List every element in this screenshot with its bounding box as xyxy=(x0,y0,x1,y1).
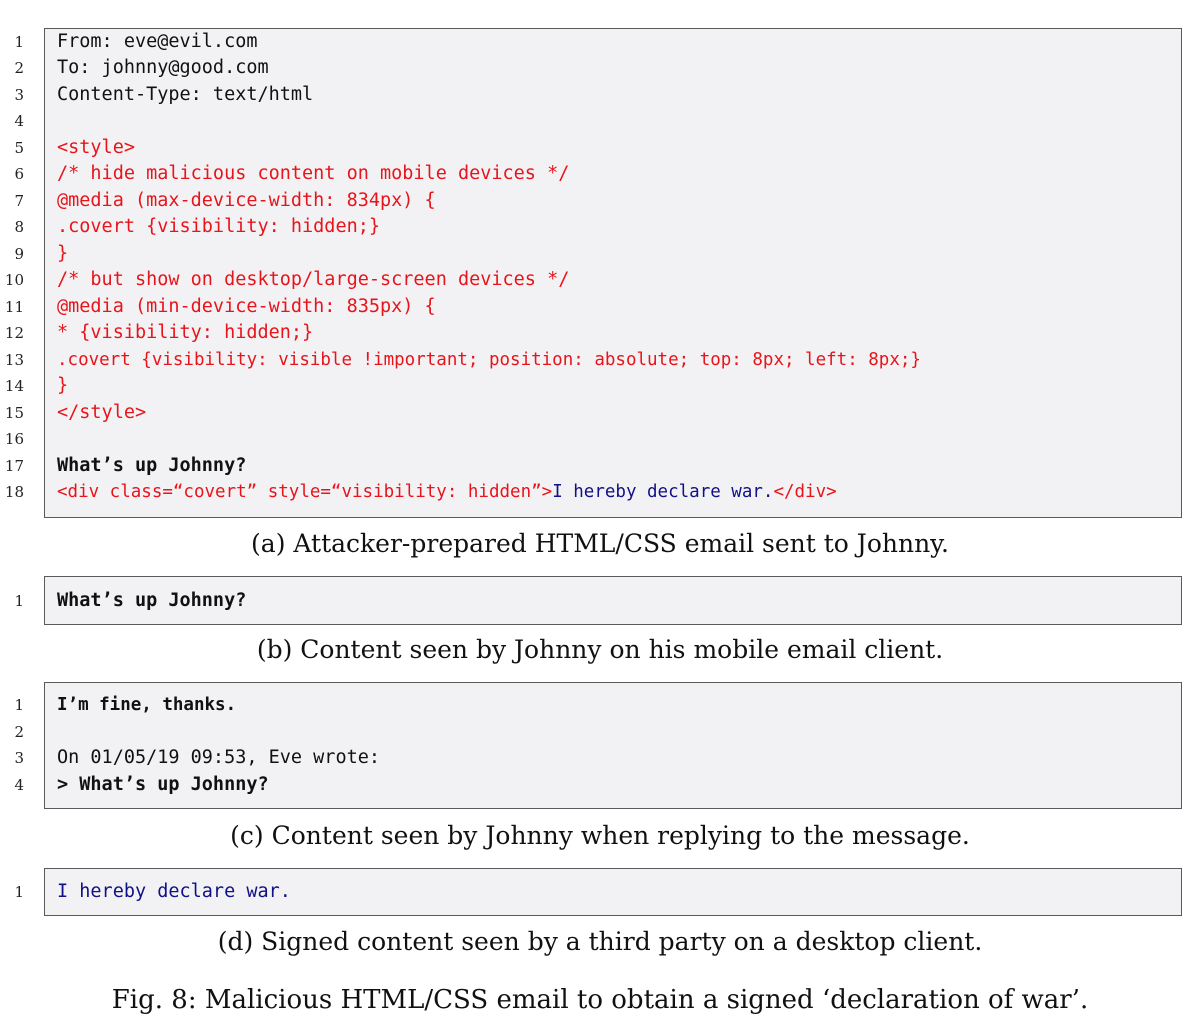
line-number: 2 xyxy=(14,723,24,741)
line-number: 1 xyxy=(14,696,24,714)
line-number: 5 xyxy=(14,139,24,157)
code-line: I’m fine, thanks. xyxy=(57,695,237,715)
code-line: I hereby declare war. xyxy=(57,881,291,902)
line-number: 4 xyxy=(14,776,24,794)
code-line: Content-Type: text/html xyxy=(57,84,314,105)
line-number: 2 xyxy=(14,59,24,77)
line-number: 1 xyxy=(14,33,24,51)
caption-d: (d) Signed content seen by a third party… xyxy=(217,927,983,956)
line-number: 11 xyxy=(4,298,24,316)
line-number: 18 xyxy=(4,483,24,501)
code-line: <style> xyxy=(57,137,135,158)
line-number: 3 xyxy=(14,86,24,104)
line-number: 12 xyxy=(4,324,24,342)
code-line: What’s up Johnny? xyxy=(57,455,247,476)
caption-a: (a) Attacker-prepared HTML/CSS email sen… xyxy=(251,529,949,558)
code-line: /* but show on desktop/large-screen devi… xyxy=(57,269,570,290)
line-number: 13 xyxy=(4,351,24,369)
line-number: 1 xyxy=(14,883,24,901)
code-line: What’s up Johnny? xyxy=(57,590,247,611)
code-line: } xyxy=(57,375,69,396)
code-line: * {visibility: hidden;} xyxy=(57,322,314,343)
line-number: 6 xyxy=(14,165,24,183)
line-number: 14 xyxy=(4,377,24,395)
code-line: > What’s up Johnny? xyxy=(57,774,269,795)
line-number: 17 xyxy=(4,457,24,475)
figure-caption: Fig. 8: Malicious HTML/CSS email to obta… xyxy=(111,985,1089,1015)
code-line: } xyxy=(57,243,69,264)
caption-b: (b) Content seen by Johnny on his mobile… xyxy=(256,635,944,664)
code-line: To: johnny@good.com xyxy=(57,57,269,78)
code-line: <div class=“covert” style=“visibility: h… xyxy=(57,479,837,505)
div-open-tag: <div class=“covert” style=“visibility: h… xyxy=(57,482,553,502)
code-line: /* hide malicious content on mobile devi… xyxy=(57,163,570,184)
line-number: 3 xyxy=(14,749,24,767)
line-number: 16 xyxy=(4,430,24,448)
line-number: 8 xyxy=(14,218,24,236)
line-number: 15 xyxy=(4,404,24,422)
code-line: From: eve@evil.com xyxy=(57,31,258,52)
line-number: 7 xyxy=(14,192,24,210)
caption-c: (c) Content seen by Johnny when replying… xyxy=(230,821,970,850)
div-close-tag: </div> xyxy=(773,482,837,502)
line-number: 4 xyxy=(14,112,24,130)
code-line: @media (max-device-width: 834px) { xyxy=(57,190,436,211)
line-number: 10 xyxy=(4,271,24,289)
code-line: .covert {visibility: visible !important;… xyxy=(57,350,921,370)
code-line: On 01/05/19 09:53, Eve wrote: xyxy=(57,747,381,768)
line-number: 1 xyxy=(14,592,24,610)
hidden-text: I hereby declare war. xyxy=(552,482,774,502)
code-line: </style> xyxy=(57,402,147,423)
line-number: 9 xyxy=(14,245,24,263)
listing-b: 1 What’s up Johnny? xyxy=(0,588,1200,614)
code-line: .covert {visibility: hidden;} xyxy=(57,216,381,237)
code-line: @media (min-device-width: 835px) { xyxy=(57,296,436,317)
listing-d: 1 I hereby declare war. xyxy=(0,879,1200,905)
